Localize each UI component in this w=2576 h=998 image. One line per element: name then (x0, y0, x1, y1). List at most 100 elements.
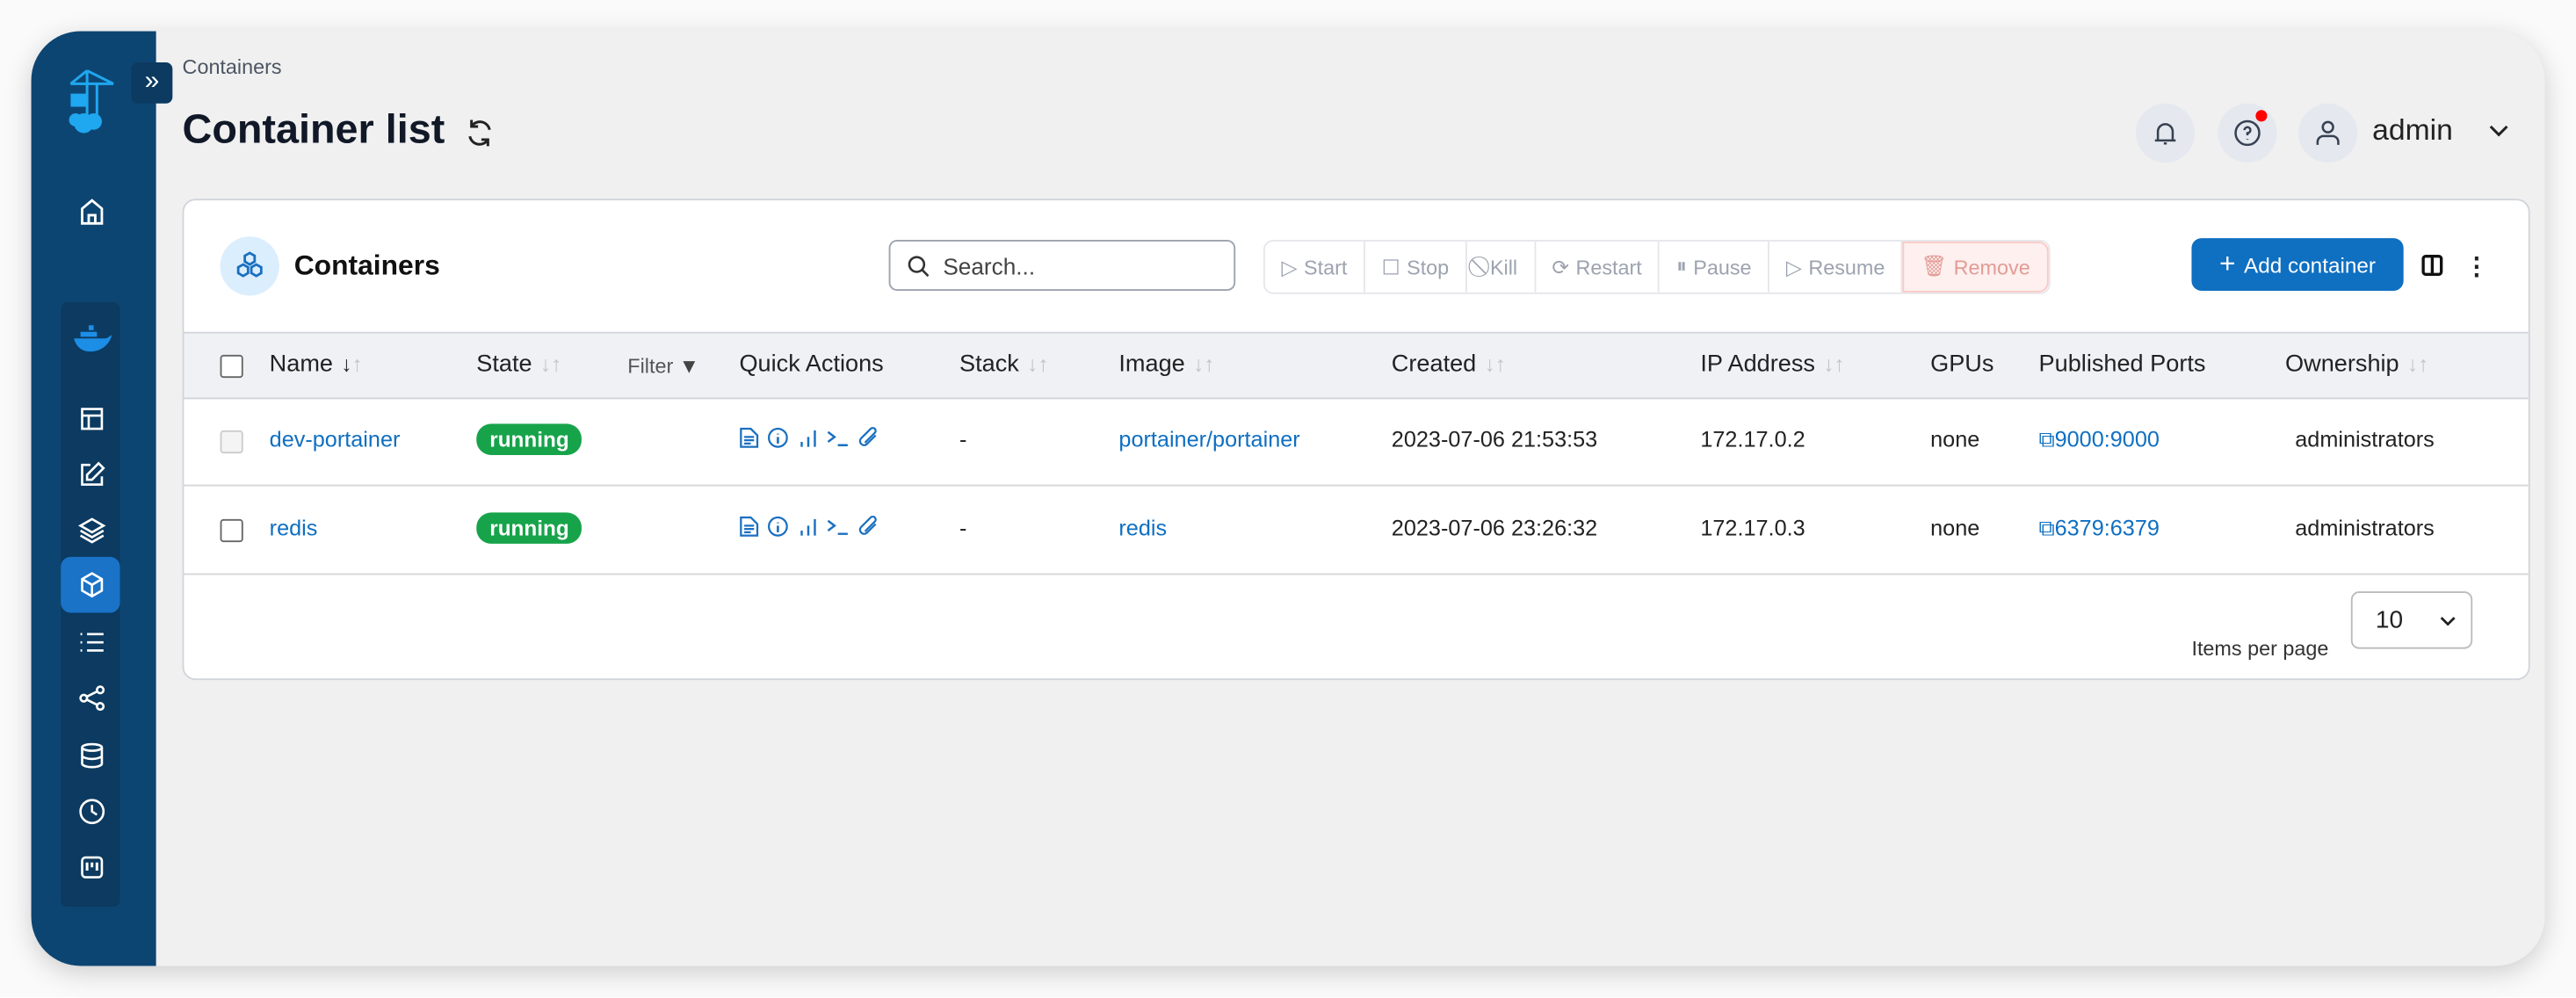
search-input[interactable] (939, 250, 1226, 280)
external-link-icon: ⧉ (2038, 516, 2055, 541)
stop-icon: ☐ (1381, 256, 1400, 279)
start-button[interactable]: ▷ Start (1265, 241, 1365, 293)
pause-button[interactable]: ⏸ Pause (1660, 241, 1770, 293)
col-ports: Published Ports (2038, 351, 2206, 379)
search-box[interactable] (888, 240, 1236, 291)
sort-icon: ↓↑ (1484, 351, 1506, 377)
container-name-link[interactable]: dev-portainer (270, 427, 401, 452)
notifications-button[interactable] (2135, 103, 2196, 163)
col-ip[interactable]: IP Address ↓↑ (1700, 351, 1844, 378)
user-icon (2316, 120, 2340, 145)
stacks-layers-icon[interactable] (76, 514, 108, 546)
sort-icon: ↓↑ (1193, 351, 1215, 377)
inspect-info-icon[interactable] (767, 427, 788, 448)
row-checkbox[interactable] (220, 518, 243, 543)
inspect-info-icon[interactable] (767, 516, 788, 537)
sort-icon: ↓↑ (539, 351, 562, 377)
sort-icon: ↓↑ (341, 351, 363, 377)
ip-cell: 172.17.0.2 (1700, 427, 1805, 452)
col-name[interactable]: Name ↓↑ (270, 351, 363, 378)
col-ownership[interactable]: Ownership ↓↑ (2285, 351, 2428, 378)
restart-button[interactable]: ⟳ Restart (1536, 241, 1661, 293)
logs-icon[interactable] (739, 427, 759, 448)
help-button[interactable] (2218, 103, 2277, 163)
user-avatar[interactable] (2297, 103, 2358, 163)
dashboard-icon[interactable] (76, 402, 108, 435)
attach-paperclip-icon[interactable] (857, 516, 879, 537)
console-icon[interactable] (827, 516, 850, 537)
quick-actions (739, 427, 879, 448)
gpus-cell: none (1930, 516, 1980, 541)
ip-cell: 172.17.0.3 (1700, 516, 1805, 541)
sort-icon: ↓↑ (1027, 351, 1049, 377)
row-checkbox[interactable] (220, 430, 243, 454)
card-title: Containers (293, 250, 440, 281)
created-cell: 2023-07-06 23:26:32 (1391, 516, 1598, 541)
host-board-icon[interactable] (76, 851, 108, 884)
networks-share-icon[interactable] (76, 682, 108, 714)
table-row: dev-portainer running - portainer/portai… (184, 398, 2529, 487)
items-per-page-label: Items per page (2191, 637, 2329, 661)
docker-icon[interactable] (70, 322, 113, 355)
breadcrumb[interactable]: Containers (183, 56, 282, 79)
stack-cell: - (959, 516, 967, 541)
columns-icon[interactable] (2421, 255, 2443, 276)
published-port-link[interactable]: ⧉9000:9000 (2039, 427, 2160, 453)
col-image[interactable]: Image ↓↑ (1118, 351, 1214, 378)
kill-button[interactable]: ⃠Kill (1467, 241, 1536, 293)
status-badge: running (476, 512, 582, 544)
play-icon: ▷ (1281, 256, 1298, 279)
stop-button[interactable]: ☐ Stop (1365, 241, 1467, 293)
expand-sidebar-button[interactable]: » (131, 62, 173, 104)
trash-icon: 🗑 (1921, 254, 1948, 278)
chevron-down-icon (2440, 616, 2456, 626)
resume-button[interactable]: ▷ Resume (1769, 241, 1903, 293)
col-quick-actions: Quick Actions (739, 351, 884, 379)
templates-edit-icon[interactable] (76, 459, 108, 491)
sidebar: » (31, 31, 173, 966)
user-name[interactable]: admin (2372, 113, 2453, 148)
cubes-icon (220, 236, 279, 296)
col-stack[interactable]: Stack ↓↑ (959, 351, 1048, 378)
stats-icon[interactable] (797, 427, 818, 448)
col-created[interactable]: Created ↓↑ (1392, 351, 1506, 378)
image-link[interactable]: portainer/portainer (1118, 427, 1299, 452)
refresh-icon[interactable] (463, 117, 496, 149)
chevron-down-icon[interactable] (2486, 117, 2512, 143)
volumes-database-icon[interactable] (76, 739, 108, 771)
home-icon[interactable] (76, 196, 108, 228)
filter-icon: ▼ (678, 354, 699, 379)
console-icon[interactable] (827, 427, 850, 448)
containers-card: Containers ▷Start ☐Stop ⃠Kill ⟳Restart ⏸… (182, 199, 2530, 681)
stats-icon[interactable] (797, 516, 818, 537)
events-clock-icon[interactable] (76, 795, 108, 828)
images-list-icon[interactable] (76, 626, 108, 658)
sort-icon: ↓↑ (2406, 351, 2429, 377)
container-name-link[interactable]: redis (270, 516, 318, 540)
remove-button[interactable]: 🗑 Remove (1902, 241, 2049, 293)
image-link[interactable]: redis (1118, 516, 1167, 540)
page-title: Container list (182, 106, 445, 153)
attach-paperclip-icon[interactable] (857, 427, 879, 448)
published-port-link[interactable]: ⧉6379:6379 (2039, 516, 2160, 542)
col-state[interactable]: State ↓↑ (476, 351, 561, 378)
search-icon (908, 255, 930, 277)
col-gpus: GPUs (1930, 351, 1994, 379)
state-filter[interactable]: Filter ▼ (627, 355, 699, 378)
select-all-checkbox[interactable] (220, 354, 243, 379)
created-cell: 2023-07-06 21:53:53 (1391, 427, 1598, 452)
items-per-page-select[interactable]: 10 (2350, 591, 2473, 649)
table-row: redis running - redis 2023-07-06 23:26:3… (184, 486, 2529, 575)
more-options-icon[interactable]: ⋮ (2464, 251, 2489, 281)
restart-icon: ⟳ (1552, 256, 1569, 279)
help-icon (2234, 119, 2261, 147)
external-link-icon: ⧉ (2038, 427, 2055, 452)
logs-icon[interactable] (739, 516, 759, 537)
plus-icon: + (2219, 248, 2236, 279)
table-header: Name ↓↑ State ↓↑ Filter ▼ Quick Actions St… (184, 331, 2529, 400)
notification-dot (2255, 110, 2268, 122)
add-container-button[interactable]: + Add container (2191, 238, 2404, 291)
ownership-cell: administrators (2295, 516, 2435, 541)
containers-cube-icon[interactable] (76, 568, 108, 601)
stack-cell: - (959, 427, 967, 452)
